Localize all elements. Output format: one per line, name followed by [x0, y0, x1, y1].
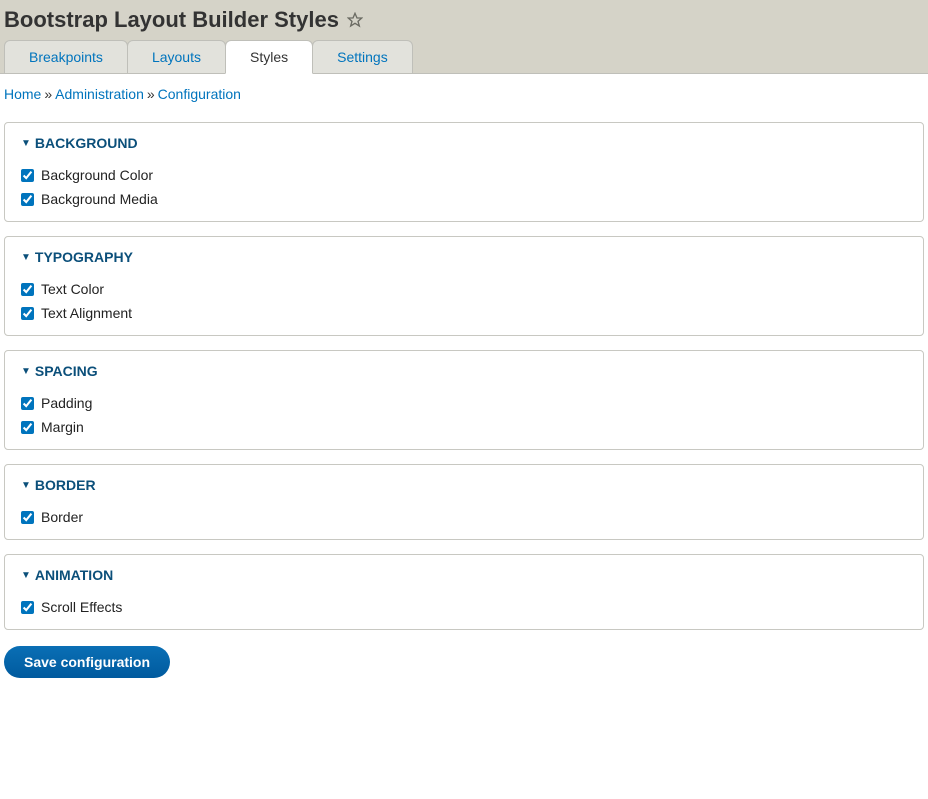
fieldset-legend-label: Background: [35, 135, 138, 151]
content-region: Home»Administration»Configuration ▼Backg…: [0, 74, 928, 694]
tabs: BreakpointsLayoutsStylesSettings: [0, 39, 928, 73]
breadcrumb: Home»Administration»Configuration: [4, 86, 924, 102]
checkbox-label: Margin: [41, 419, 84, 435]
checkbox-row-background-0[interactable]: Background Color: [21, 167, 907, 183]
collapse-arrow-icon: ▼: [21, 252, 31, 263]
fieldset-legend-spacing[interactable]: ▼ Spacing: [21, 363, 907, 379]
checkbox-spacing-1[interactable]: [21, 421, 34, 434]
fieldset-legend-animation[interactable]: ▼ Animation: [21, 567, 907, 583]
fieldset-typography: ▼ Typography Text Color Text Alignment: [4, 236, 924, 336]
checkbox-row-animation-0[interactable]: Scroll Effects: [21, 599, 907, 615]
checkbox-label: Background Media: [41, 191, 158, 207]
fieldset-legend-label: Spacing: [35, 363, 98, 379]
checkbox-label: Border: [41, 509, 83, 525]
page-title: Bootstrap Layout Builder Styles: [4, 7, 339, 33]
checkbox-row-typography-1[interactable]: Text Alignment: [21, 305, 907, 321]
form-groups: ▼ Background Background Color Background Me…: [4, 122, 924, 630]
title-row: Bootstrap Layout Builder Styles: [0, 0, 928, 39]
checkbox-row-background-1[interactable]: Background Media: [21, 191, 907, 207]
breadcrumb-link-configuration[interactable]: Configuration: [158, 86, 241, 102]
collapse-arrow-icon: ▼: [21, 366, 31, 377]
tab-styles[interactable]: Styles: [225, 40, 313, 74]
checkbox-label: Background Color: [41, 167, 153, 183]
fieldset-background: ▼ Background Background Color Background Me…: [4, 122, 924, 222]
fieldset-legend-typography[interactable]: ▼ Typography: [21, 249, 907, 265]
fieldset-legend-label: Border: [35, 477, 96, 493]
checkbox-row-border-0[interactable]: Border: [21, 509, 907, 525]
fieldset-animation: ▼ Animation Scroll Effects: [4, 554, 924, 630]
breadcrumb-link-home[interactable]: Home: [4, 86, 41, 102]
tab-breakpoints[interactable]: Breakpoints: [4, 40, 128, 74]
checkbox-label: Text Alignment: [41, 305, 132, 321]
fieldset-legend-label: Typography: [35, 249, 133, 265]
tab-layouts[interactable]: Layouts: [127, 40, 226, 74]
checkbox-row-typography-0[interactable]: Text Color: [21, 281, 907, 297]
fieldset-border: ▼ Border Border: [4, 464, 924, 540]
tab-settings[interactable]: Settings: [312, 40, 413, 74]
breadcrumb-separator: »: [41, 86, 55, 102]
breadcrumb-link-administration[interactable]: Administration: [55, 86, 144, 102]
collapse-arrow-icon: ▼: [21, 480, 31, 491]
checkbox-row-spacing-0[interactable]: Padding: [21, 395, 907, 411]
fieldset-legend-label: Animation: [35, 567, 113, 583]
checkbox-background-0[interactable]: [21, 169, 34, 182]
fieldset-legend-border[interactable]: ▼ Border: [21, 477, 907, 493]
checkbox-spacing-0[interactable]: [21, 397, 34, 410]
save-configuration-button[interactable]: Save configuration: [4, 646, 170, 678]
fieldset-spacing: ▼ Spacing Padding Margin: [4, 350, 924, 450]
collapse-arrow-icon: ▼: [21, 570, 31, 581]
checkbox-animation-0[interactable]: [21, 601, 34, 614]
checkbox-typography-1[interactable]: [21, 307, 34, 320]
checkbox-label: Text Color: [41, 281, 104, 297]
checkbox-border-0[interactable]: [21, 511, 34, 524]
checkbox-label: Scroll Effects: [41, 599, 122, 615]
breadcrumb-separator: »: [144, 86, 158, 102]
checkbox-row-spacing-1[interactable]: Margin: [21, 419, 907, 435]
favorite-star-icon[interactable]: [347, 12, 363, 28]
collapse-arrow-icon: ▼: [21, 138, 31, 149]
checkbox-background-1[interactable]: [21, 193, 34, 206]
fieldset-legend-background[interactable]: ▼ Background: [21, 135, 907, 151]
checkbox-typography-0[interactable]: [21, 283, 34, 296]
header-region: Bootstrap Layout Builder Styles Breakpoi…: [0, 0, 928, 74]
checkbox-label: Padding: [41, 395, 92, 411]
